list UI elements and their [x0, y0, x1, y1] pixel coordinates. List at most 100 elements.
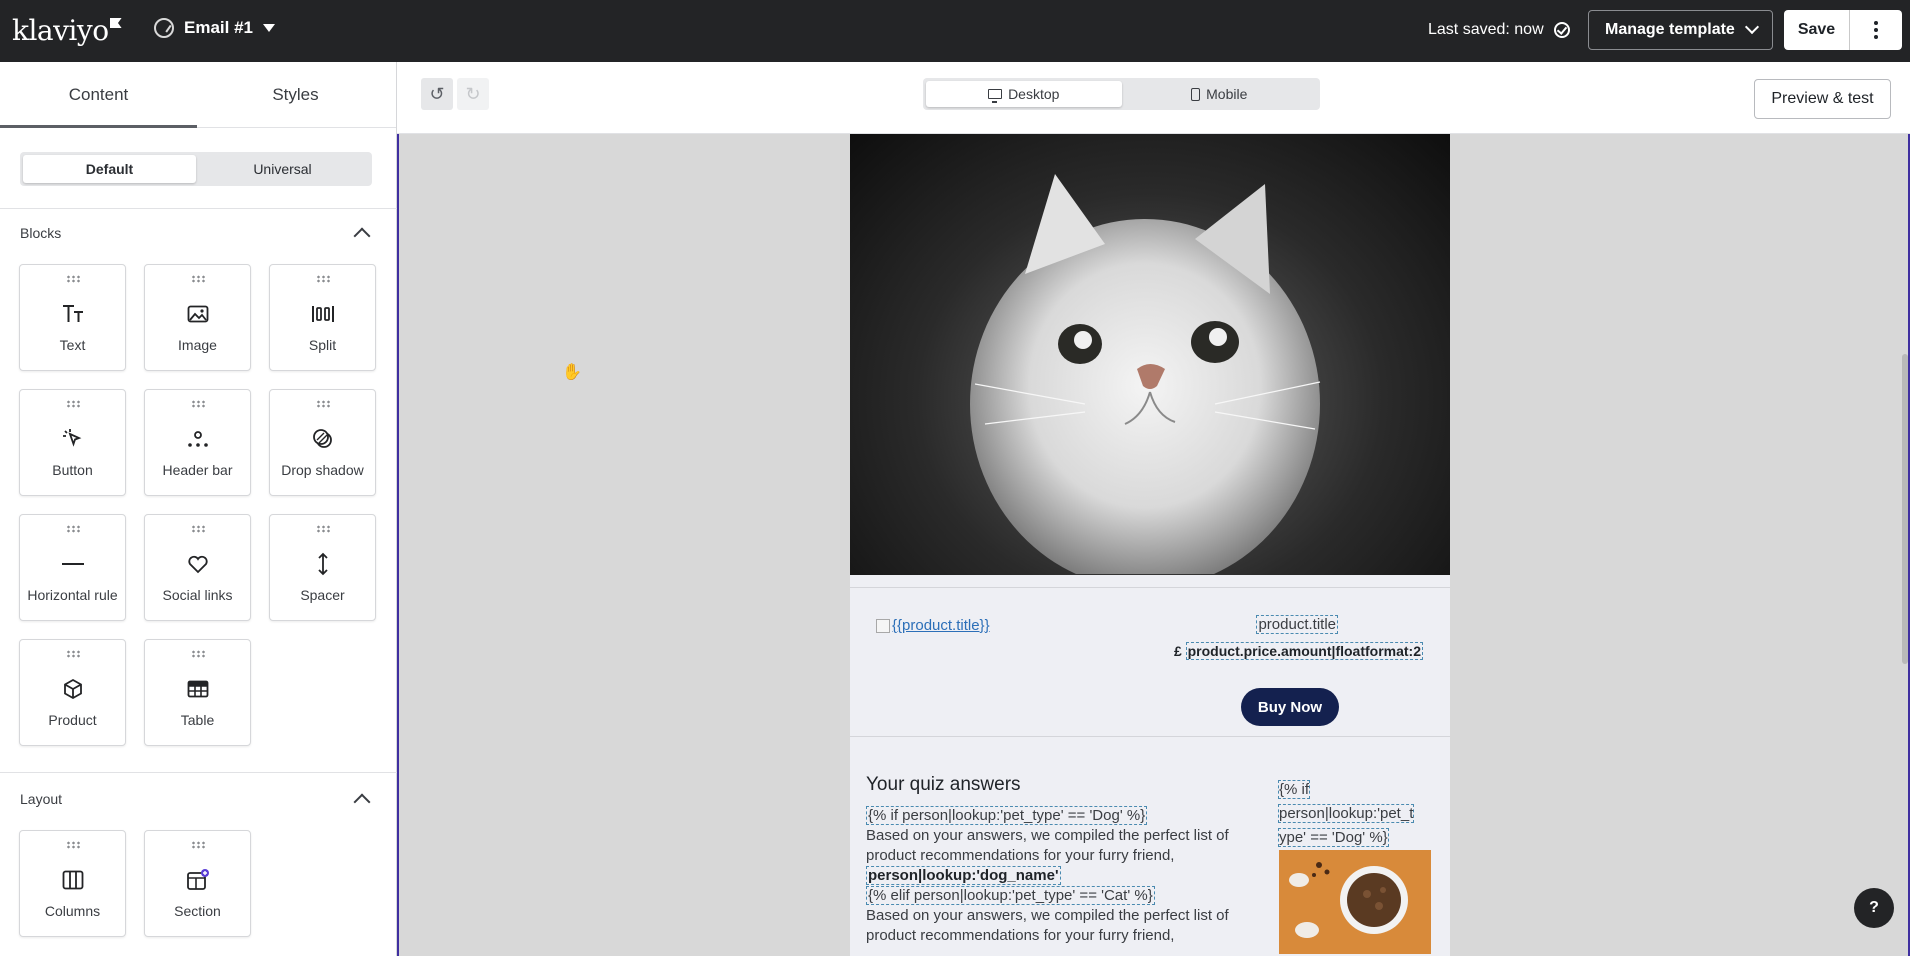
block-split[interactable]: Split [269, 264, 376, 371]
quiz-body-1: Based on your answers, we compiled the p… [866, 827, 1229, 864]
product-block[interactable]: {{product.title}} product.title £ produc… [850, 587, 1450, 737]
dog-food-image[interactable] [1279, 850, 1431, 954]
side-if-line-1: {% if [1278, 780, 1311, 799]
product-title: product.title [1256, 615, 1338, 634]
block-image[interactable]: Image [144, 264, 251, 371]
divider [0, 208, 397, 209]
undo-icon: ↺ [429, 83, 445, 104]
price-prefix: £ [1173, 643, 1182, 659]
canvas-scrollbar[interactable] [1902, 354, 1908, 664]
last-saved-label: Last saved: now [1428, 21, 1544, 38]
block-drop-shadow[interactable]: Drop shadow [269, 389, 376, 496]
preview-test-button[interactable]: Preview & test [1754, 79, 1891, 119]
chevron-up-icon [353, 793, 371, 811]
layout-columns[interactable]: Columns [19, 830, 126, 937]
price-tag: product.price.amount|floatformat:2 [1185, 642, 1423, 660]
layout-section[interactable]: Section [144, 830, 251, 937]
help-button[interactable]: ? [1854, 888, 1894, 928]
quiz-dog-name: person|lookup:'dog_name' [866, 866, 1251, 886]
block-header-bar[interactable]: Header bar [144, 389, 251, 496]
last-saved-status: Last saved: now [1428, 21, 1570, 39]
block-spacer[interactable]: Spacer [269, 514, 376, 621]
email-body[interactable]: {{product.title}} product.title £ produc… [850, 134, 1450, 956]
block-label: Split [308, 337, 337, 353]
monitor-icon [988, 89, 1003, 103]
email-name-dropdown[interactable]: Email #1 [154, 18, 275, 38]
tab-content[interactable]: Content [0, 62, 197, 128]
button-icon [20, 426, 125, 452]
section-icon [145, 867, 250, 893]
broken-image-icon [876, 618, 890, 633]
blocks-section-header[interactable]: Blocks [20, 224, 372, 245]
side-if-line-2: person|lookup:'pet_t [1278, 804, 1415, 823]
buy-now-button[interactable]: Buy Now [1241, 688, 1339, 726]
top-bar: klaviyo Email #1 Last saved: now Manage … [0, 0, 1910, 62]
manage-template-label: Manage template [1605, 21, 1735, 38]
drag-handle-icon [66, 400, 80, 408]
table-icon [145, 676, 250, 702]
redo-button[interactable]: ↻ [457, 78, 489, 110]
side-conditional-tag: {% if person|lookup:'pet_t ype' == 'Dog'… [1278, 778, 1426, 850]
product-price: £ product.price.amount|floatformat:2 [1173, 642, 1423, 660]
block-label: Drop shadow [281, 462, 364, 478]
mode-universal[interactable]: Universal [196, 155, 369, 183]
horizontal-rule-icon [20, 551, 125, 577]
block-product[interactable]: Product [19, 639, 126, 746]
product-image-placeholder[interactable]: {{product.title}} [876, 617, 990, 634]
undo-button[interactable]: ↺ [421, 78, 453, 110]
device-toggle: Desktop Mobile [923, 78, 1320, 110]
block-label: Text [59, 337, 86, 353]
drag-handle-icon [191, 650, 205, 658]
drag-handle-icon [66, 525, 80, 533]
drop-shadow-icon [270, 426, 375, 452]
block-table[interactable]: Table [144, 639, 251, 746]
side-if-line-3: ype' == 'Dog' %} [1278, 828, 1389, 847]
quiz-dog-name-text: person|lookup:'dog_name' [866, 866, 1061, 885]
block-label: Section [174, 903, 221, 919]
block-label: Image [178, 337, 217, 353]
check-circle-icon [1553, 22, 1570, 38]
device-desktop[interactable]: Desktop [926, 81, 1122, 107]
text-icon [20, 301, 125, 327]
device-mobile-label: Mobile [1206, 86, 1248, 102]
quiz-if-tag: {% if person|lookup:'pet_type' == 'Dog' … [866, 806, 1251, 826]
drag-handle-icon [191, 400, 205, 408]
more-options-button[interactable] [1850, 10, 1902, 50]
block-button[interactable]: Button [19, 389, 126, 496]
block-text[interactable]: Text [19, 264, 126, 371]
save-button[interactable]: Save [1784, 10, 1850, 50]
email-canvas[interactable]: ✋ {{product.title}} product.title £ prod… [397, 134, 1910, 956]
drag-handle-icon [316, 275, 330, 283]
mode-toggle: Default Universal [20, 152, 372, 186]
block-label: Columns [44, 903, 101, 919]
heart-icon [145, 551, 250, 577]
redo-icon: ↻ [465, 83, 481, 104]
blocks-title: Blocks [20, 225, 62, 241]
block-label: Table [180, 712, 215, 728]
drag-handle-icon [66, 275, 80, 283]
layout-grid: Columns Section [19, 830, 376, 937]
drag-handle-icon [316, 400, 330, 408]
drag-handle-icon [66, 841, 80, 849]
klaviyo-logo[interactable]: klaviyo [12, 14, 122, 47]
device-mobile[interactable]: Mobile [1122, 81, 1318, 107]
manage-template-button[interactable]: Manage template [1588, 10, 1773, 50]
layout-section-header[interactable]: Layout [20, 790, 372, 811]
panel-tabs: Content Styles [0, 62, 396, 128]
block-label: Horizontal rule [27, 587, 118, 603]
block-label: Social links [162, 587, 233, 603]
phone-icon [1191, 87, 1201, 101]
tab-styles[interactable]: Styles [197, 62, 394, 127]
hero-image-block[interactable] [850, 134, 1450, 575]
layout-title: Layout [20, 791, 63, 807]
quiz-elif-tag: {% elif person|lookup:'pet_type' == 'Cat… [866, 886, 1251, 906]
left-panel: Content Styles Default Universal Blocks … [0, 62, 397, 956]
mode-default[interactable]: Default [23, 155, 196, 183]
divider [0, 772, 397, 773]
quiz-elif-text: {% elif person|lookup:'pet_type' == 'Cat… [866, 886, 1155, 905]
block-horizontal-rule[interactable]: Horizontal rule [19, 514, 126, 621]
product-title-tag: product.title [1256, 615, 1338, 634]
chevron-down-icon [1744, 19, 1759, 35]
block-social-links[interactable]: Social links [144, 514, 251, 621]
drag-handle-icon [191, 525, 205, 533]
